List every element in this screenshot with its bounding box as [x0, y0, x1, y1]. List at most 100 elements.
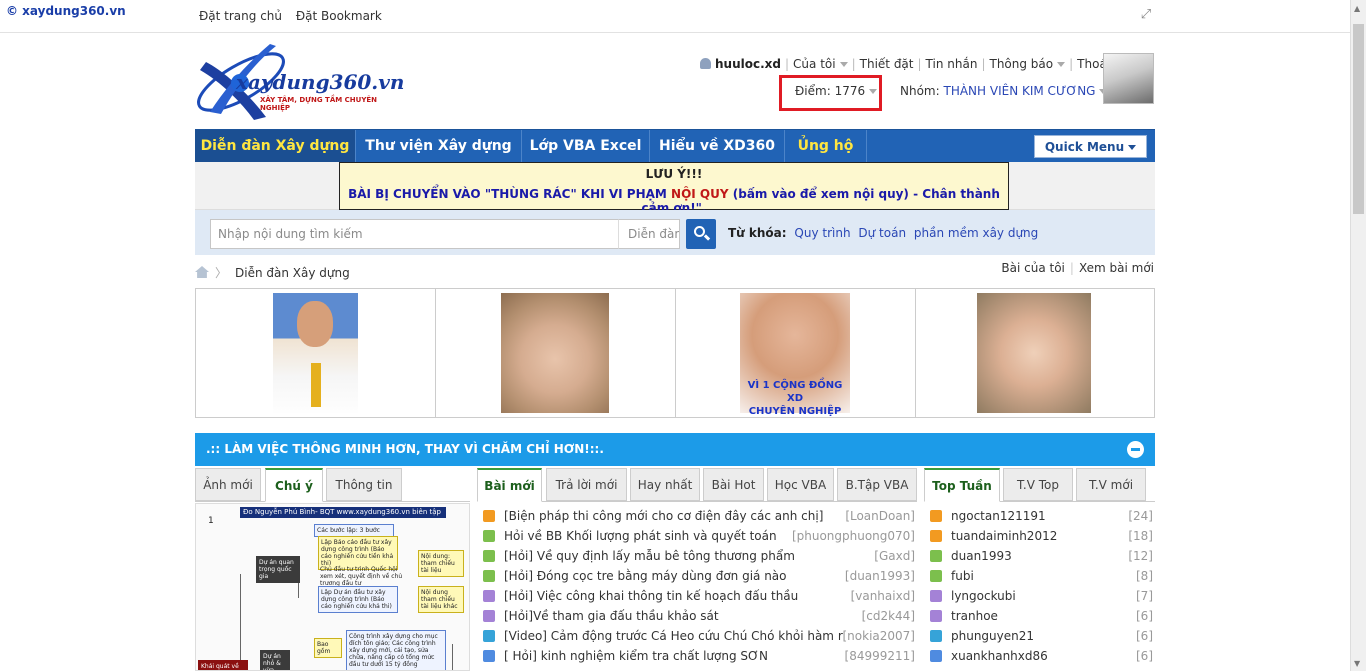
row-title[interactable]: xuankhanhxd86 [951, 646, 1121, 666]
post-row[interactable]: [Hỏi] Về quy định lấy mẫu bê tông thương… [477, 546, 917, 566]
settings-link[interactable]: Thiết đặt [860, 57, 914, 71]
collapse-icon[interactable] [1127, 441, 1144, 458]
tab-new-posts[interactable]: Bài mới [477, 468, 542, 502]
top-links: Đặt trang chủ Đặt Bookmark [199, 9, 392, 23]
new-posts-link[interactable]: Xem bài mới [1079, 261, 1154, 275]
row-title[interactable]: phunguyen21 [951, 626, 1121, 646]
row-meta[interactable]: [Gaxd] [874, 546, 915, 566]
tab-hot[interactable]: Bài Hot [703, 468, 764, 501]
rules-link[interactable]: NỘI QUY [671, 187, 729, 201]
post-type-icon [483, 510, 495, 522]
post-row[interactable]: [Hỏi] Việc công khai thông tin kế hoạch … [477, 586, 917, 606]
row-title[interactable]: [Hỏi]Về tham gia đấu thầu khảo sát [504, 606, 914, 626]
member-row[interactable]: ngoctan121191 [24] [924, 506, 1155, 526]
site-logo[interactable]: xaydung360.vn XÂY TÂM, DỰNG TẦM CHUYÊN N… [196, 42, 406, 122]
search-input[interactable]: Nhập nội dung tìm kiếm [210, 219, 680, 249]
scrollbar-thumb[interactable] [1353, 24, 1364, 214]
gallery-image[interactable] [501, 293, 609, 413]
breadcrumb-current[interactable]: Diễn đàn Xây dựng [235, 266, 350, 280]
gallery-image[interactable] [273, 293, 358, 413]
member-row[interactable]: tuandaiminh2012 [18] [924, 526, 1155, 546]
post-row[interactable]: Hỏi về BB Khối lượng phát sinh và quyết … [477, 526, 917, 546]
row-meta[interactable]: [nokia2007] [842, 626, 915, 646]
row-title[interactable]: tranhoe [951, 606, 1121, 626]
member-row[interactable]: lyngockubi [7] [924, 586, 1155, 606]
username-link[interactable]: huuloc.xd [715, 57, 781, 71]
breadcrumb-links: Bài của tôi | Xem bài mới [1001, 261, 1154, 275]
nav-about[interactable]: Hiểu về XD360 [650, 130, 785, 163]
row-title[interactable]: [Hỏi] Về quy định lấy mẫu bê tông thương… [504, 546, 914, 566]
tab-vba-exercises[interactable]: B.Tập VBA [837, 468, 917, 501]
tab-best[interactable]: Hay nhất [630, 468, 700, 501]
post-row[interactable]: [Hỏi]Về tham gia đấu thầu khảo sát [cd2k4… [477, 606, 917, 626]
nav-library[interactable]: Thư viện Xây dựng [356, 130, 522, 163]
row-title[interactable]: lyngockubi [951, 586, 1121, 606]
row-meta[interactable]: [6] [1136, 626, 1153, 646]
post-row[interactable]: [Hỏi] Đóng cọc tre bằng máy dùng đơn giá… [477, 566, 917, 586]
tab-notice[interactable]: Chú ý [265, 468, 323, 502]
group-value[interactable]: THÀNH VIÊN KIM CƯƠNG [943, 84, 1095, 98]
gallery-image[interactable]: VÌ 1 CỘNG ĐỒNG XD CHUYÊN NGHIỆP [740, 293, 850, 417]
member-row[interactable]: tranhoe [6] [924, 606, 1155, 626]
member-row[interactable]: xuankhanhxd86 [6] [924, 646, 1155, 666]
search-scope-select[interactable]: Diễn đàn [618, 219, 680, 249]
tab-learn-vba[interactable]: Học VBA [767, 468, 834, 501]
tab-info[interactable]: Thông tin [326, 468, 402, 501]
quick-menu-button[interactable]: Quick Menu [1034, 135, 1147, 158]
member-row[interactable]: duan1993 [12] [924, 546, 1155, 566]
row-meta[interactable]: [18] [1128, 526, 1153, 546]
row-meta[interactable]: [LoanDoan] [845, 506, 915, 526]
row-meta[interactable]: [vanhaixd] [850, 586, 915, 606]
scroll-up-icon[interactable]: ▲ [1354, 4, 1360, 13]
messages-link[interactable]: Tin nhắn [926, 57, 978, 71]
my-posts-link[interactable]: Bài của tôi [1001, 261, 1065, 275]
row-meta[interactable]: [6] [1136, 646, 1153, 666]
member-row[interactable]: phunguyen21 [6] [924, 626, 1155, 646]
set-homepage-link[interactable]: Đặt trang chủ [199, 9, 282, 23]
row-meta[interactable]: [8] [1136, 566, 1153, 586]
gallery-image[interactable] [977, 293, 1091, 413]
search-button[interactable] [686, 219, 716, 249]
row-title[interactable]: tuandaiminh2012 [951, 526, 1121, 546]
site-brand-link[interactable]: © xaydung360.vn [6, 4, 126, 18]
member-row[interactable]: fubi [8] [924, 566, 1155, 586]
row-meta[interactable]: [12] [1128, 546, 1153, 566]
row-meta[interactable]: [cd2k44] [861, 606, 915, 626]
expand-icon[interactable]: ⤢ [1139, 8, 1153, 22]
keyword-link[interactable]: phần mềm xây dựng [914, 226, 1038, 240]
home-icon[interactable] [195, 266, 209, 278]
tab-top-week[interactable]: Top Tuần [924, 468, 1000, 502]
keyword-link[interactable]: Quy trình [794, 226, 850, 240]
my-menu[interactable]: Của tôi [793, 57, 848, 71]
row-title[interactable]: duan1993 [951, 546, 1121, 566]
nav-vba-class[interactable]: Lớp VBA Excel [522, 130, 650, 163]
post-row[interactable]: [Biện pháp thi công mới cho cơ điện đây … [477, 506, 917, 526]
row-meta[interactable]: [84999211] [844, 646, 915, 666]
nav-forum[interactable]: Diễn đàn Xây dựng [195, 130, 356, 163]
page-scrollbar[interactable]: ▲ ▼ [1350, 0, 1366, 671]
notifications-menu[interactable]: Thông báo [989, 57, 1066, 71]
post-type-icon [930, 650, 942, 662]
row-meta[interactable]: [duan1993] [844, 566, 915, 586]
row-title[interactable]: ngoctan121191 [951, 506, 1121, 526]
tab-new-replies[interactable]: Trả lời mới [546, 468, 627, 501]
featured-diagram[interactable]: Đo Nguyễn Phú Bình- BQT www.xaydung360.v… [195, 503, 470, 671]
row-meta[interactable]: [24] [1128, 506, 1153, 526]
tab-new-images[interactable]: Ảnh mới [195, 468, 261, 501]
tab-top-members[interactable]: T.V Top [1003, 468, 1073, 501]
tie-shape [311, 363, 321, 407]
row-meta[interactable]: [7] [1136, 586, 1153, 606]
keyword-link[interactable]: Dự toán [858, 226, 906, 240]
points-menu[interactable]: Điểm: 1776 [795, 84, 878, 98]
nav-support[interactable]: Ủng hộ [785, 130, 867, 163]
post-row[interactable]: [Video] Cảm động trước Cá Heo cứu Chú Ch… [477, 626, 917, 646]
row-meta[interactable]: [phuongphuong070] [791, 526, 915, 546]
scroll-down-icon[interactable]: ▼ [1354, 659, 1360, 668]
tab-new-members[interactable]: T.V mới [1076, 468, 1146, 501]
post-row[interactable]: [ Hỏi] kinh nghiệm kiểm tra chất lượng S… [477, 646, 917, 666]
row-meta[interactable]: [6] [1136, 606, 1153, 626]
bookmark-link[interactable]: Đặt Bookmark [296, 9, 382, 23]
avatar[interactable] [1103, 53, 1154, 104]
notice-box[interactable]: LƯU Ý!!! BÀI BỊ CHUYỂN VÀO "THÙNG RÁC" K… [339, 162, 1009, 215]
row-title[interactable]: fubi [951, 566, 1121, 586]
